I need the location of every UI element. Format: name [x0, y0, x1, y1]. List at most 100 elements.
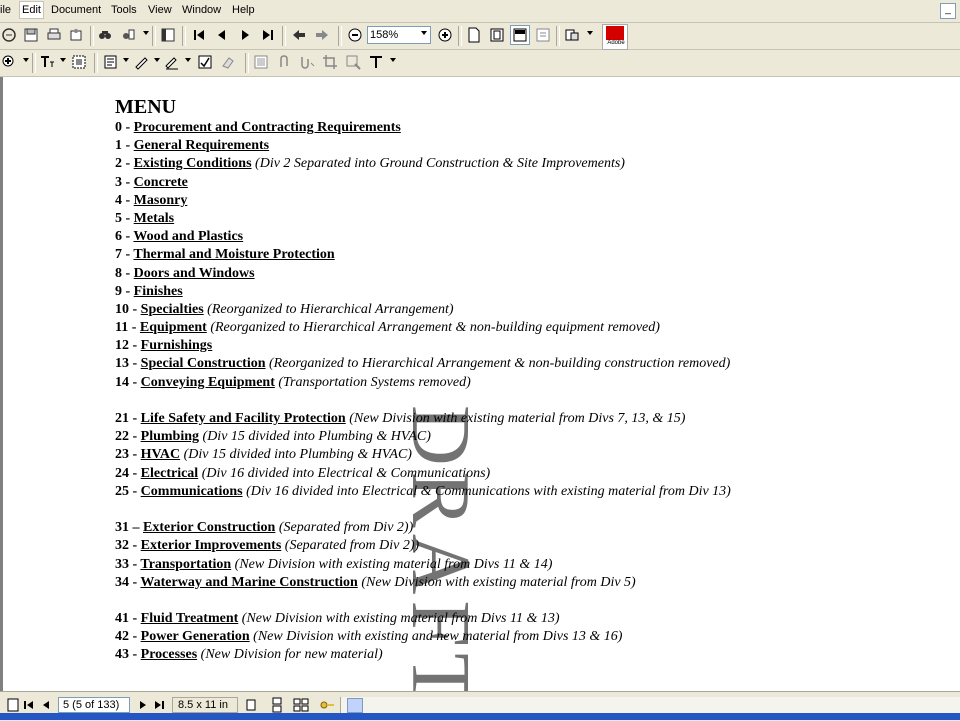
link-tool-icon[interactable]: [298, 53, 316, 71]
continuous-icon[interactable]: [268, 696, 286, 714]
division-link[interactable]: Fluid Treatment: [141, 611, 239, 626]
division-number: 24 -: [115, 465, 141, 481]
chevron-down-icon[interactable]: [390, 58, 396, 62]
division-link[interactable]: Special Construction: [141, 356, 266, 371]
division-link[interactable]: Thermal and Moisture Protection: [133, 247, 334, 262]
division-link[interactable]: Waterway and Marine Construction: [140, 575, 357, 590]
chevron-down-icon[interactable]: [154, 58, 160, 62]
division-link[interactable]: General Requirements: [134, 138, 269, 153]
division-item: 10 - Specialties (Reorganized to Hierarc…: [115, 301, 935, 319]
menu-file[interactable]: ile: [0, 4, 11, 16]
crop-icon[interactable]: [321, 53, 339, 71]
page-number-input[interactable]: 5 (5 of 133): [58, 697, 130, 713]
document-viewport[interactable]: MENU 0 - Procurement and Contracting Req…: [0, 77, 960, 691]
email-icon[interactable]: [67, 26, 85, 44]
division-link[interactable]: Plumbing: [141, 429, 199, 444]
single-page-icon[interactable]: [242, 696, 260, 714]
article-tool-icon[interactable]: [344, 53, 362, 71]
scrollbar-thumb[interactable]: [347, 698, 363, 713]
chevron-down-icon[interactable]: [60, 58, 66, 62]
division-link[interactable]: Concrete: [134, 175, 188, 190]
rotate-view-icon[interactable]: [563, 26, 581, 44]
zoom-tool-icon[interactable]: [0, 53, 18, 71]
snapshot-icon[interactable]: [70, 53, 88, 71]
division-link[interactable]: Furnishings: [141, 338, 213, 353]
previous-page-icon[interactable]: [213, 26, 231, 44]
eraser-icon[interactable]: [219, 53, 237, 71]
zoom-level-input[interactable]: 158%: [367, 26, 431, 44]
division-link[interactable]: Doors and Windows: [134, 266, 255, 281]
continuous-facing-icon[interactable]: [292, 696, 310, 714]
fit-page-icon[interactable]: [488, 26, 506, 44]
highlighter-icon[interactable]: [163, 53, 181, 71]
zoom-dropdown-icon[interactable]: [421, 31, 427, 35]
division-link[interactable]: Specialties: [141, 302, 204, 317]
horizontal-scrollbar[interactable]: [340, 697, 960, 713]
division-number: 33 -: [115, 556, 141, 572]
text-select-icon[interactable]: [38, 53, 56, 71]
division-number: 4 -: [115, 192, 134, 208]
previous-page-icon[interactable]: [37, 696, 55, 714]
menu-edit[interactable]: Edit: [19, 1, 44, 19]
last-page-icon[interactable]: [150, 696, 168, 714]
movie-icon[interactable]: [252, 53, 270, 71]
navigation-pane-icon[interactable]: [159, 26, 177, 44]
key-icon[interactable]: [318, 696, 336, 714]
toolbar-separator: [245, 53, 249, 73]
division-link[interactable]: Finishes: [134, 284, 183, 299]
find-icon[interactable]: [96, 26, 114, 44]
chevron-down-icon[interactable]: [143, 31, 149, 35]
division-item: 23 - HVAC (Div 15 divided into Plumbing …: [115, 446, 935, 464]
division-link[interactable]: Exterior Improvements: [141, 538, 282, 553]
division-link[interactable]: Life Safety and Facility Protection: [141, 411, 346, 426]
spell-check-icon[interactable]: [196, 53, 214, 71]
search-icon[interactable]: [119, 26, 137, 44]
chevron-down-icon[interactable]: [587, 31, 593, 35]
division-link[interactable]: Power Generation: [141, 629, 250, 644]
note-tool-icon[interactable]: [102, 53, 120, 71]
menu-window[interactable]: Window: [182, 4, 221, 16]
division-link[interactable]: Conveying Equipment: [141, 375, 275, 390]
chevron-down-icon[interactable]: [185, 58, 191, 62]
chevron-down-icon[interactable]: [123, 58, 129, 62]
save-icon[interactable]: [22, 26, 40, 44]
print-icon[interactable]: [45, 26, 63, 44]
division-link[interactable]: Wood and Plastics: [133, 229, 243, 244]
last-page-icon[interactable]: [259, 26, 277, 44]
menu-help[interactable]: Help: [232, 4, 255, 16]
open-icon[interactable]: [0, 26, 18, 44]
division-link[interactable]: Exterior Construction: [143, 520, 275, 535]
adobe-logo[interactable]: Adobe: [602, 24, 628, 50]
menu-view[interactable]: View: [148, 4, 172, 16]
division-link[interactable]: Procurement and Contracting Requirements: [134, 120, 401, 135]
division-link[interactable]: Equipment: [140, 320, 207, 335]
pencil-icon[interactable]: [132, 53, 150, 71]
division-number: 7 -: [115, 247, 134, 263]
division-link[interactable]: Communications: [141, 484, 243, 499]
division-number: 10 -: [115, 301, 141, 317]
zoom-in-icon[interactable]: [436, 26, 454, 44]
division-link[interactable]: Masonry: [134, 193, 188, 208]
next-page-icon[interactable]: [236, 26, 254, 44]
division-link[interactable]: Electrical: [141, 466, 199, 481]
go-forward-icon[interactable]: [313, 26, 331, 44]
division-link[interactable]: HVAC: [141, 447, 180, 462]
menu-document[interactable]: Document: [51, 4, 101, 16]
fit-width-icon[interactable]: [510, 25, 530, 45]
attach-file-icon[interactable]: [275, 53, 293, 71]
division-link[interactable]: Existing Conditions: [134, 156, 252, 171]
actual-size-icon[interactable]: [465, 26, 483, 44]
chevron-down-icon[interactable]: [23, 58, 29, 62]
touchup-text-icon[interactable]: [367, 53, 385, 71]
division-link[interactable]: Metals: [134, 211, 174, 226]
division-link[interactable]: Processes: [141, 647, 198, 662]
first-page-icon[interactable]: [20, 696, 38, 714]
first-page-icon[interactable]: [190, 26, 208, 44]
division-note: (New Division with existing and new mate…: [249, 629, 623, 645]
menu-tools[interactable]: Tools: [111, 4, 137, 16]
reflow-icon[interactable]: [534, 26, 552, 44]
zoom-out-icon[interactable]: [346, 26, 364, 44]
go-back-icon[interactable]: [290, 26, 308, 44]
division-link[interactable]: Transportation: [140, 557, 231, 572]
minimize-document-button[interactable]: _: [940, 3, 956, 19]
